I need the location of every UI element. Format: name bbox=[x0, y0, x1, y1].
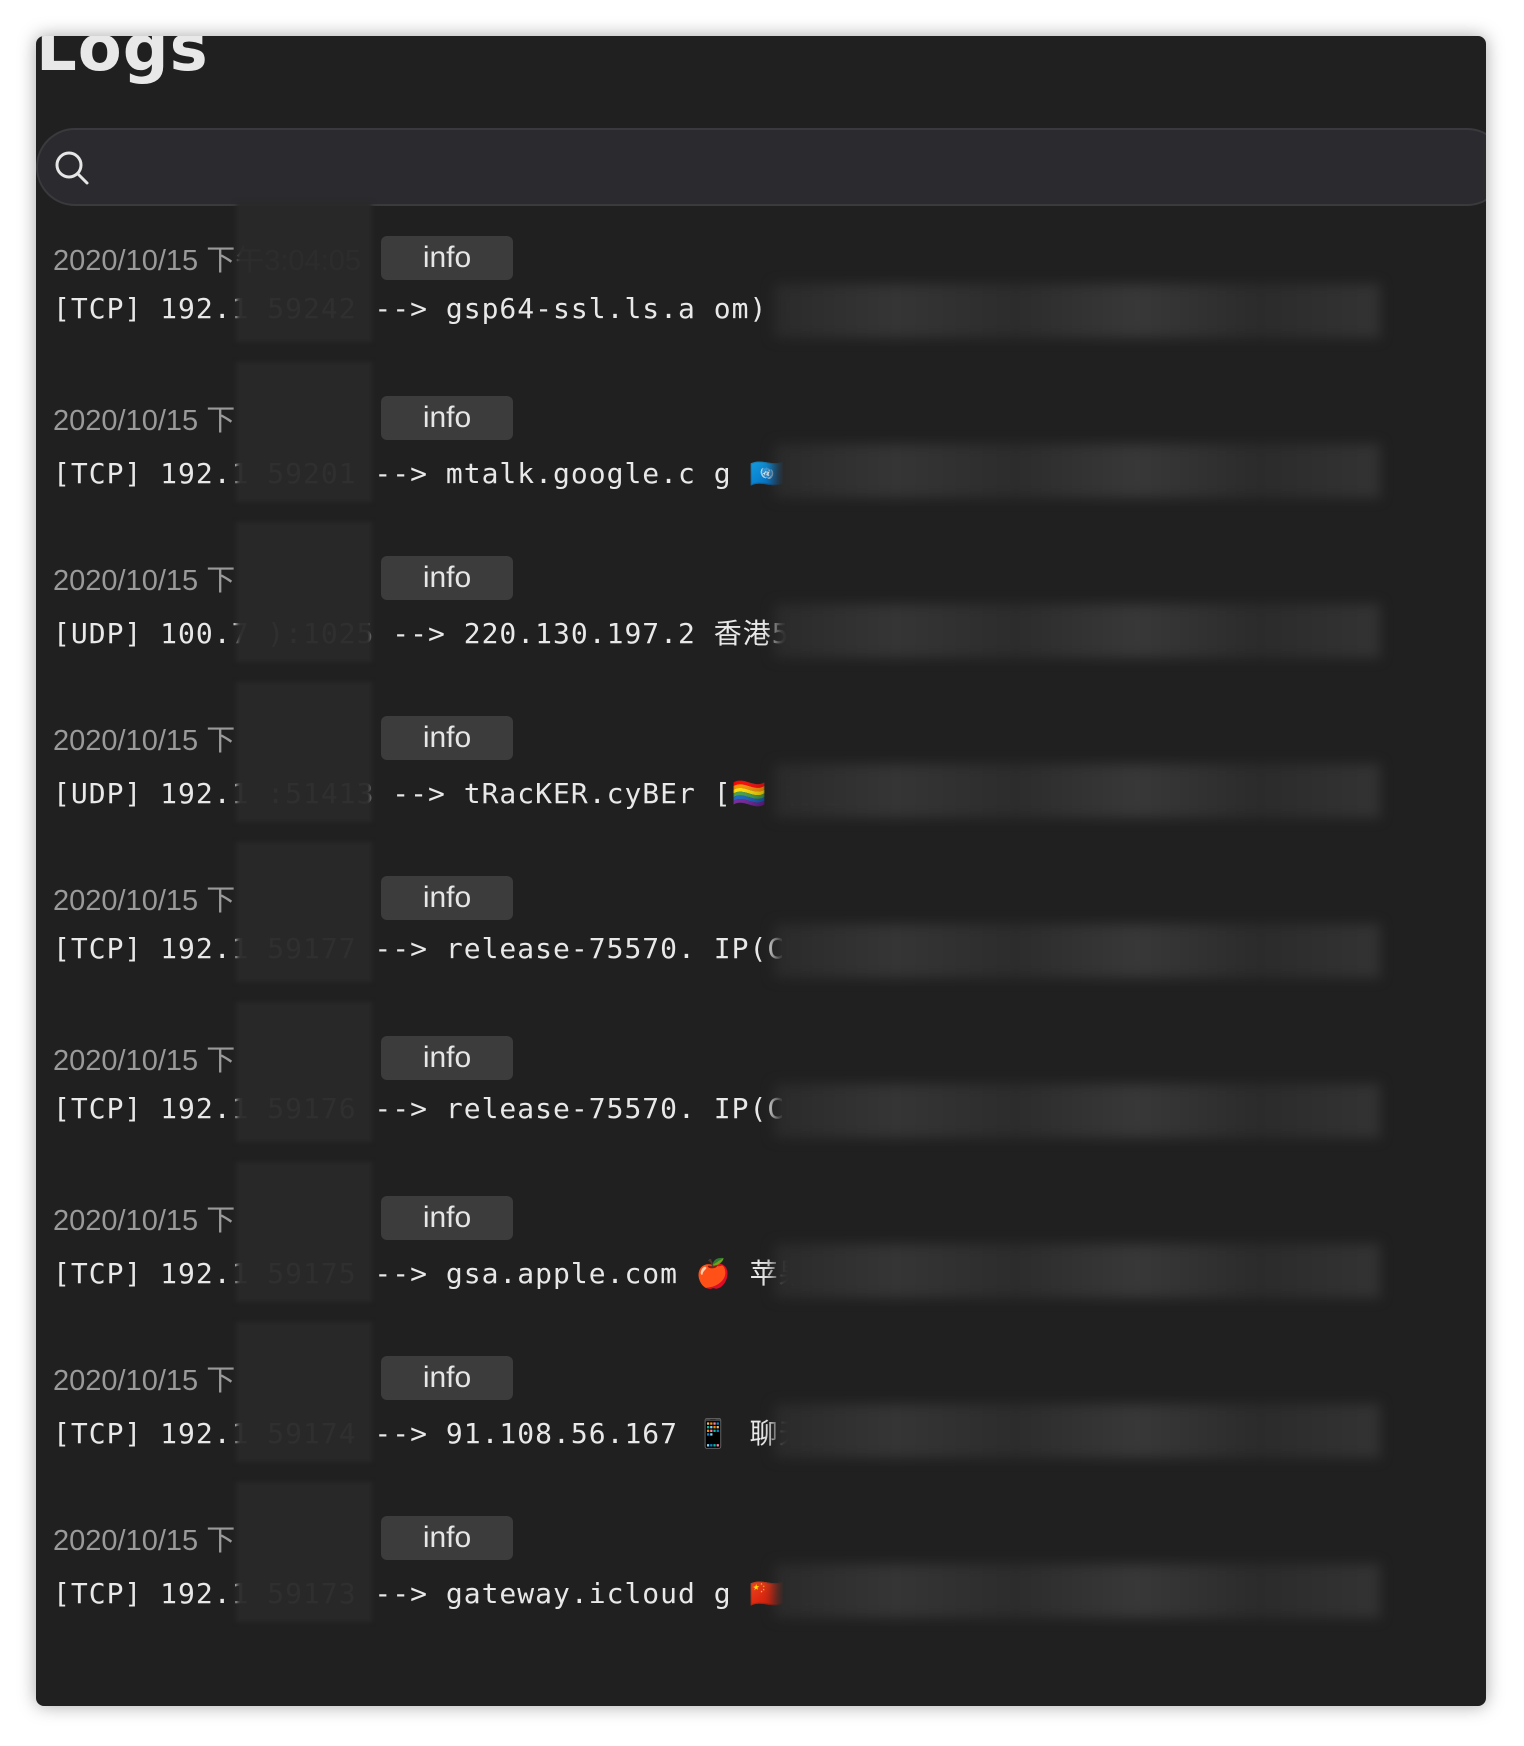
search-input[interactable] bbox=[108, 130, 1464, 206]
redaction-blur bbox=[774, 764, 1380, 818]
log-message: [TCP] 192.1 59174 --> 91.108.56.167 📱 聊天… bbox=[53, 1417, 837, 1450]
redaction-blur bbox=[774, 1404, 1380, 1458]
log-message: [UDP] 192.1 :51413 --> tRacKER.cyBEr [🏳️… bbox=[53, 777, 844, 810]
redaction-blur bbox=[774, 1564, 1380, 1618]
log-level-badge: info bbox=[381, 1356, 513, 1400]
log-level-badge: info bbox=[381, 876, 513, 920]
redaction-blur bbox=[236, 1322, 372, 1462]
log-level-badge: info bbox=[381, 1516, 513, 1560]
log-level-badge: info bbox=[381, 556, 513, 600]
log-level-badge: info bbox=[381, 716, 513, 760]
log-level-badge: info bbox=[381, 1196, 513, 1240]
redaction-blur bbox=[774, 1244, 1380, 1298]
log-message: [TCP] 192.1 59175 --> gsa.apple.com 🍎 苹果 bbox=[53, 1257, 808, 1290]
redaction-blur bbox=[236, 522, 372, 662]
redaction-blur bbox=[774, 1084, 1380, 1138]
redaction-blur bbox=[236, 842, 372, 982]
redaction-blur bbox=[236, 1162, 372, 1302]
log-level-badge: info bbox=[381, 396, 513, 440]
redaction-blur bbox=[236, 1482, 372, 1622]
search-bar[interactable] bbox=[36, 128, 1486, 206]
log-level-badge: info bbox=[381, 236, 513, 280]
log-message: [TCP] 192.1 59176 --> release-75570. IP(… bbox=[53, 1092, 821, 1125]
log-message: [UDP] 100.7 ):1025 --> 220.130.197.2 香港5… bbox=[53, 617, 808, 650]
log-message: [TCP] 192.1 59242 --> gsp64-ssl.ls.a om)… bbox=[53, 292, 821, 325]
log-level-badge: info bbox=[381, 1036, 513, 1080]
log-message: [TCP] 192.1 59177 --> release-75570. IP(… bbox=[53, 932, 821, 965]
log-message: [TCP] 192.1 59201 --> mtalk.google.c g 🇺… bbox=[53, 457, 833, 490]
redaction-blur bbox=[774, 604, 1380, 658]
search-icon bbox=[52, 148, 92, 188]
redaction-blur bbox=[236, 1002, 372, 1142]
log-message: [TCP] 192.1 59173 --> gateway.icloud g 🇨… bbox=[53, 1577, 833, 1610]
redaction-blur bbox=[236, 682, 372, 822]
page-title: Logs bbox=[36, 36, 209, 86]
redaction-blur bbox=[236, 362, 372, 502]
redaction-blur bbox=[774, 924, 1380, 978]
logs-window: Logs 2020/10/15 下午3:04:05 info [TCP] 192… bbox=[36, 36, 1486, 1706]
redaction-blur bbox=[774, 444, 1380, 498]
redaction-blur bbox=[236, 202, 372, 342]
log-list: 2020/10/15 下午3:04:05 info [TCP] 192.1 59… bbox=[36, 202, 1486, 1676]
log-entry[interactable]: 2020/10/15 下 info [TCP] 192.1 59173 --> … bbox=[36, 1482, 1486, 1676]
redaction-blur bbox=[774, 284, 1380, 338]
